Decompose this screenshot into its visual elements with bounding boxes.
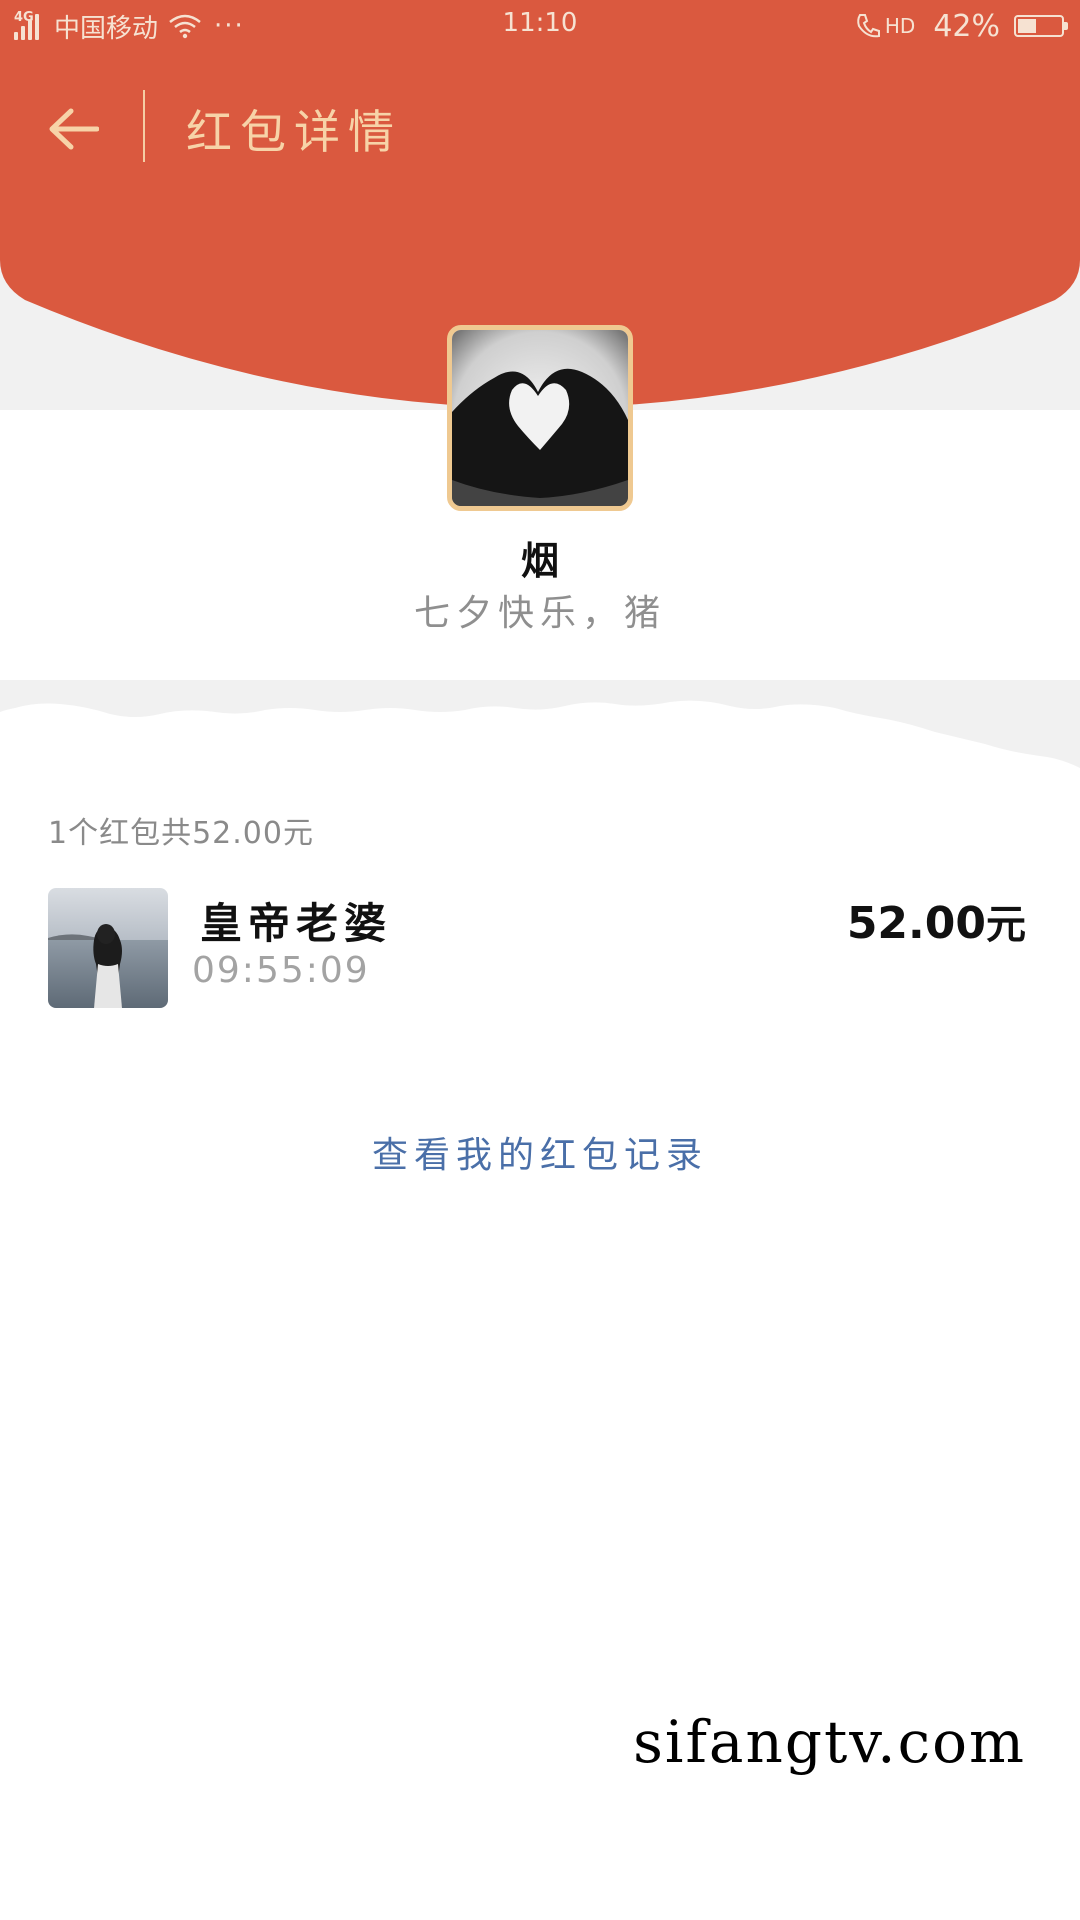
- arrow-left-icon: [49, 108, 99, 150]
- sender-avatar[interactable]: [447, 325, 633, 511]
- receiver-avatar[interactable]: [48, 888, 168, 1008]
- heart-hands-image: [452, 330, 628, 506]
- amount-value: 52.00: [846, 898, 986, 949]
- battery-percent: 42%: [933, 8, 1000, 44]
- status-bar: 4G 中国移动 ··· 11:10 HD 42%: [0, 0, 1080, 50]
- phone-icon: [857, 14, 880, 38]
- watermark-text: sifangtv.com: [633, 1708, 1026, 1776]
- sender-name: 烟: [520, 539, 559, 583]
- amount-unit: 元: [986, 902, 1026, 948]
- receive-time: 09:55:09: [192, 950, 370, 991]
- girl-by-sea-image: [48, 888, 168, 1008]
- torn-paper-edge: [0, 680, 1080, 780]
- hd-call-badge: HD: [884, 14, 916, 38]
- greeting-message: 七夕快乐，猪: [413, 593, 666, 634]
- list-item[interactable]: 皇帝老婆 09:55:09 52.00元: [0, 880, 1080, 1020]
- battery-icon: [1014, 15, 1068, 37]
- view-my-records-link[interactable]: 查看我的红包记录: [0, 1126, 1080, 1178]
- back-button[interactable]: [38, 94, 108, 164]
- amount: 52.00元: [847, 892, 1026, 950]
- nav-divider: [143, 90, 145, 162]
- nav-bar: 红包详情: [0, 50, 1080, 200]
- redpacket-summary: 1个红包共52.00元: [48, 816, 314, 851]
- receiver-name: 皇帝老婆: [200, 899, 393, 948]
- page-title: 红包详情: [186, 105, 402, 159]
